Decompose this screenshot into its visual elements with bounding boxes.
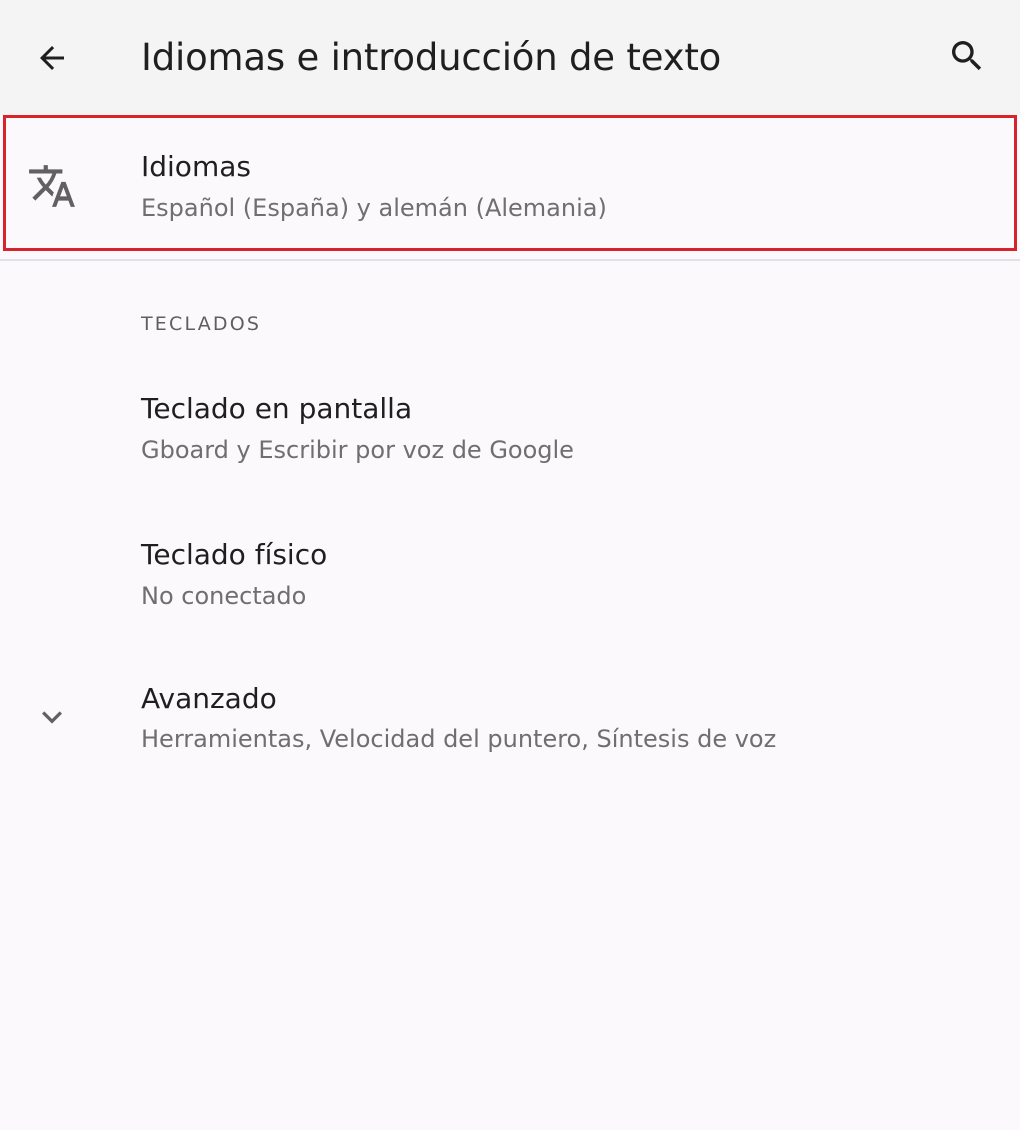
app-bar: Idiomas e introducción de texto — [0, 0, 1020, 115]
physical-keyboard-title: Teclado físico — [141, 538, 328, 571]
onscreen-keyboard-item[interactable]: Teclado en pantalla Gboard y Escribir po… — [0, 372, 1020, 492]
chevron-down-icon-wrap — [22, 687, 82, 747]
onscreen-keyboard-summary: Gboard y Escribir por voz de Google — [141, 436, 574, 464]
physical-keyboard-summary: No conectado — [141, 582, 307, 610]
physical-keyboard-item[interactable]: Teclado físico No conectado — [0, 518, 1020, 638]
onscreen-keyboard-title: Teclado en pantalla — [141, 392, 413, 425]
chevron-down-icon — [42, 711, 62, 724]
arrow-back-icon — [40, 46, 64, 70]
advanced-item[interactable]: Avanzado Herramientas, Velocidad del pun… — [0, 662, 1020, 782]
translate-icon — [29, 165, 75, 207]
back-button[interactable] — [22, 28, 82, 88]
languages-title: Idiomas — [141, 150, 251, 183]
search-icon — [952, 41, 982, 71]
page-title: Idiomas e introducción de texto — [141, 36, 722, 79]
section-header-keyboards: TECLADOS — [141, 313, 262, 335]
advanced-summary: Herramientas, Velocidad del puntero, Sín… — [141, 725, 777, 753]
translate-icon-wrap — [22, 156, 82, 216]
languages-item[interactable]: Idiomas Español (España) y alemán (Alema… — [0, 118, 1020, 248]
divider — [0, 259, 1020, 261]
advanced-title: Avanzado — [141, 682, 277, 715]
search-button[interactable] — [937, 26, 997, 86]
settings-screen: Idiomas e introducción de texto Idiomas … — [0, 0, 1020, 1130]
languages-summary: Español (España) y alemán (Alemania) — [141, 194, 607, 222]
